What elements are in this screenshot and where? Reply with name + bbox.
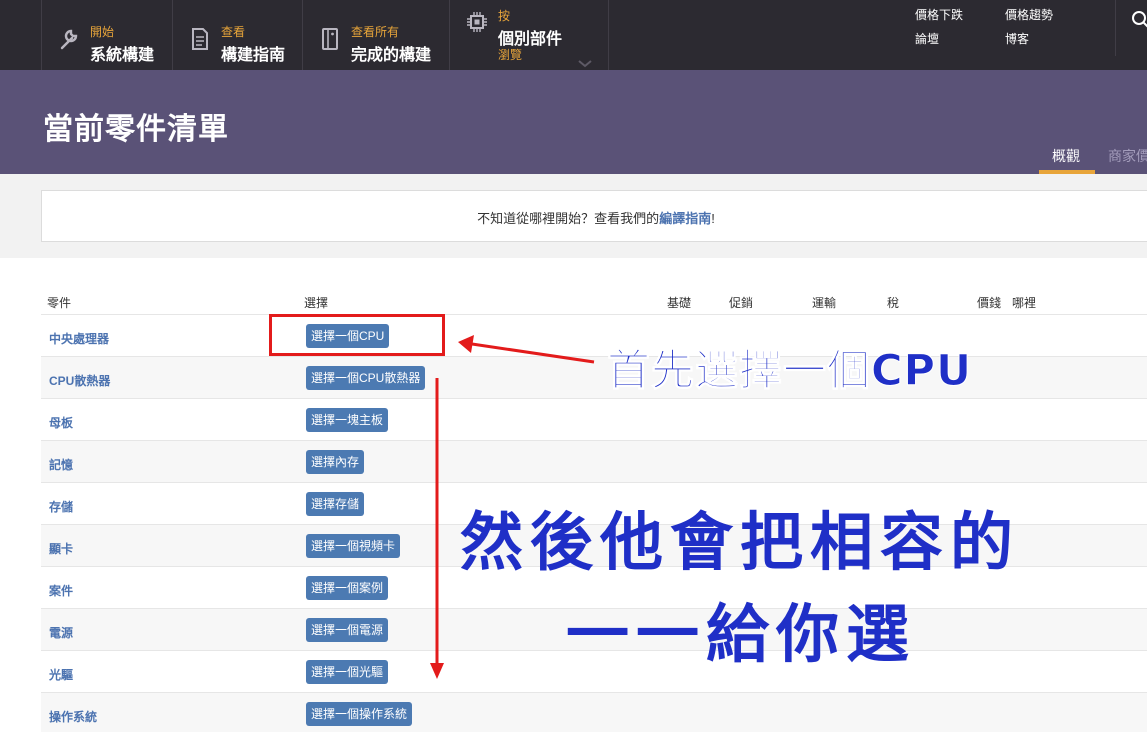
table-row: 母板 選擇一塊主板: [41, 398, 1147, 440]
top-navigation-bar: 開始 系統構建 查看 構建指南 查看所有 完成的構建 按 個別部件 瀏覽 價格下…: [0, 0, 1147, 70]
choose-memory-button[interactable]: 選擇內存: [306, 450, 365, 474]
case-icon: [322, 28, 338, 50]
nav-completed-small: 查看所有: [351, 25, 400, 39]
choose-cpu-cooler-button[interactable]: 選擇一個CPU散熱器: [306, 366, 426, 390]
column-header-where: 哪裡: [1012, 296, 1037, 310]
help-notice: 不知道從哪裡開始？查看我們的編譯指南!: [41, 190, 1147, 242]
table-row: 中央處理器 選擇一個CPU: [41, 314, 1147, 356]
choose-power-supply-button[interactable]: 選擇一個電源: [306, 618, 389, 642]
table-row: CPU散熱器 選擇一個CPU散熱器: [41, 356, 1147, 398]
search-icon[interactable]: [1131, 10, 1147, 28]
choose-storage-button[interactable]: 選擇存儲: [306, 492, 365, 516]
nav-divider: [1115, 0, 1116, 56]
column-header-component: 零件: [47, 296, 72, 310]
nav-start-build[interactable]: 開始 系統構建: [41, 0, 172, 70]
build-guides-link[interactable]: 編譯指南: [659, 211, 711, 226]
choose-case-button[interactable]: 選擇一個案例: [306, 576, 389, 600]
annotation-second-step-line2: 一一給你選: [566, 598, 916, 671]
page-title: 當前零件清單: [43, 112, 229, 147]
part-link-operating-system[interactable]: 操作系統: [49, 708, 97, 725]
table-row: 操作系統 選擇一個操作系統: [41, 692, 1147, 732]
choose-optical-drive-button[interactable]: 選擇一個光驅: [306, 660, 389, 684]
column-header-price: 價錢: [977, 296, 1002, 310]
column-header-selection: 選擇: [304, 296, 329, 310]
tab-overview[interactable]: 概觀: [1052, 146, 1080, 166]
part-link-case[interactable]: 案件: [49, 582, 73, 599]
nav-guides-big: 構建指南: [221, 47, 286, 64]
nav-start-big: 系統構建: [90, 47, 155, 64]
part-link-cpu-cooler[interactable]: CPU散熱器: [49, 372, 110, 389]
annotation-second-step-line1: 然後他會把相容的: [460, 506, 1020, 579]
chevron-down-icon[interactable]: [578, 60, 592, 68]
column-header-base: 基礎: [667, 296, 692, 310]
nav-browse-small: 按: [498, 9, 511, 23]
table-row: 記憶 選擇內存: [41, 440, 1147, 482]
nav-start-small: 開始: [90, 25, 115, 39]
column-header-tax: 稅: [887, 296, 900, 310]
highlight-box: [269, 314, 445, 356]
nav-completed-big: 完成的構建: [351, 47, 432, 64]
part-link-motherboard[interactable]: 母板: [49, 414, 73, 431]
chip-icon: [467, 12, 487, 32]
nav-browse-sub: 瀏覽: [498, 48, 523, 62]
notice-suffix: !: [711, 211, 715, 226]
link-price-drops[interactable]: 價格下跌: [915, 6, 963, 23]
choose-video-card-button[interactable]: 選擇一個視頻卡: [306, 534, 401, 558]
notice-text: 不知道從哪裡開始？查看我們的: [477, 211, 660, 226]
document-icon: [192, 28, 208, 50]
part-link-storage[interactable]: 存儲: [49, 498, 73, 515]
nav-guides-small: 查看: [221, 25, 246, 39]
nav-build-guides[interactable]: 查看 構建指南: [172, 0, 302, 70]
part-link-video-card[interactable]: 顯卡: [49, 540, 73, 557]
part-link-memory[interactable]: 記憶: [49, 456, 73, 473]
nav-completed-builds[interactable]: 查看所有 完成的構建: [302, 0, 449, 70]
annotation-first-step: 首先選擇一個CPU: [607, 346, 972, 397]
link-blog[interactable]: 博客: [1005, 30, 1029, 47]
tab-merchant-prices[interactable]: 商家價: [1108, 146, 1147, 166]
column-header-promo: 促銷: [729, 296, 754, 310]
wrench-icon: [60, 29, 78, 50]
part-link-cpu[interactable]: 中央處理器: [49, 330, 109, 347]
part-link-power-supply[interactable]: 電源: [49, 624, 73, 641]
part-link-optical-drive[interactable]: 光驅: [49, 666, 73, 683]
choose-motherboard-button[interactable]: 選擇一塊主板: [306, 408, 389, 432]
link-forums[interactable]: 論壇: [915, 30, 939, 47]
page-header-banner: 當前零件清單 概觀 商家價: [0, 70, 1147, 174]
choose-operating-system-button[interactable]: 選擇一個操作系統: [306, 702, 413, 726]
column-header-shipping: 運輸: [812, 296, 837, 310]
link-price-trends[interactable]: 價格趨勢: [1005, 6, 1053, 23]
